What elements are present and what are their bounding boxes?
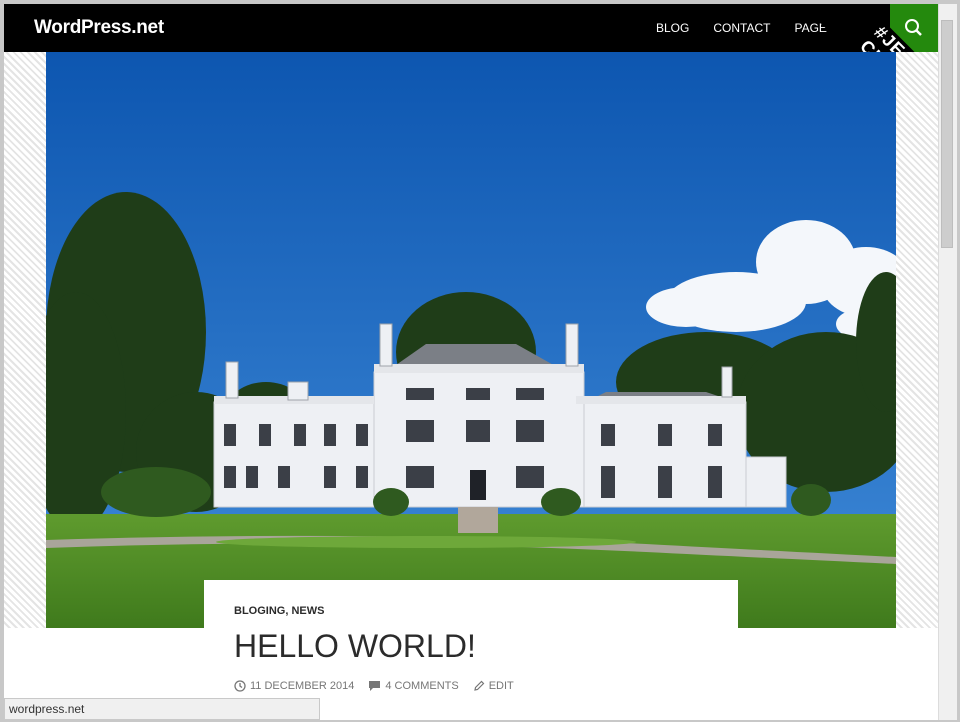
- nav-item-contact[interactable]: Contact: [713, 21, 770, 35]
- clock-icon: [234, 680, 246, 692]
- site-title[interactable]: WordPress.net: [34, 17, 164, 39]
- post-comments[interactable]: 4 Comments: [368, 680, 459, 692]
- right-pattern: [896, 52, 938, 628]
- pencil-icon: [473, 680, 485, 691]
- post-edit[interactable]: Edit: [473, 680, 514, 692]
- post-comments-text: 4 Comments: [385, 680, 459, 692]
- vertical-scrollbar[interactable]: [938, 4, 957, 720]
- post-meta: 11 December 2014 4 Comments Edit: [234, 680, 528, 692]
- post-title[interactable]: HELLO WORLD!: [234, 628, 476, 665]
- site-header: WordPress.net Blog Contact Page d'e #JE …: [4, 4, 938, 134]
- post-date[interactable]: 11 December 2014: [234, 680, 354, 692]
- browser-window: WordPress.net Blog Contact Page d'e #JE …: [4, 4, 938, 720]
- featured-image[interactable]: [46, 52, 896, 628]
- left-pattern: [4, 52, 46, 628]
- post-categories: Bloging, News: [234, 605, 325, 617]
- status-bar-url: wordpress.net: [4, 698, 320, 720]
- comment-icon: [369, 681, 381, 691]
- post-date-text: 11 December 2014: [250, 680, 355, 692]
- post-edit-text: Edit: [488, 680, 514, 692]
- category-link[interactable]: News: [291, 605, 324, 617]
- category-link[interactable]: Bloging: [234, 605, 285, 617]
- nav-item-blog[interactable]: Blog: [656, 21, 689, 35]
- scrollbar-thumb[interactable]: [941, 20, 953, 248]
